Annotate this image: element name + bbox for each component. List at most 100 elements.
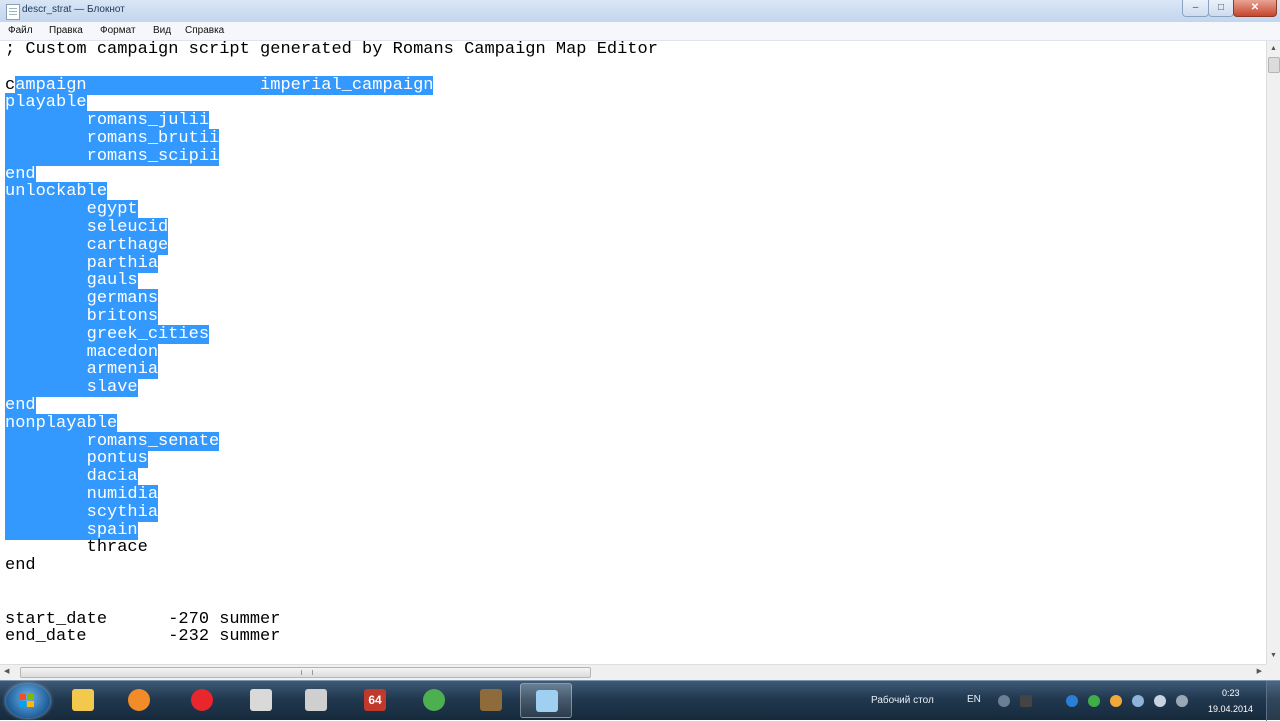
menu-help[interactable]: Справка bbox=[185, 25, 224, 36]
start-button[interactable] bbox=[6, 684, 50, 718]
selected-text: scythia bbox=[5, 502, 159, 522]
text-line: spain bbox=[5, 520, 658, 540]
scroll-down-arrow-icon[interactable]: ▼ bbox=[1268, 650, 1279, 662]
text-line: dacia bbox=[5, 467, 658, 487]
selected-text: playable bbox=[5, 93, 87, 113]
text-line: end_date -232 summer bbox=[5, 628, 658, 646]
selected-text: romans_senate bbox=[5, 431, 220, 451]
text-line: macedon bbox=[5, 342, 658, 362]
tray-connection-icon[interactable] bbox=[1176, 695, 1188, 707]
taskbar-button-steam-tool[interactable] bbox=[290, 683, 342, 718]
text-line: end bbox=[5, 164, 658, 184]
vertical-scrollbar[interactable]: ▲ ▼ bbox=[1266, 41, 1280, 664]
folder-icon bbox=[72, 689, 94, 711]
tray-app-icon[interactable] bbox=[1110, 695, 1122, 707]
text-line bbox=[5, 593, 658, 611]
selected-text: romans_brutii bbox=[5, 128, 220, 148]
text-line: romans_scipii bbox=[5, 146, 658, 166]
menu-format[interactable]: Формат bbox=[100, 25, 136, 36]
taskbar: 64 Рабочий стол EN 0:23 19.04.2014 bbox=[0, 680, 1280, 721]
tray-update-icon[interactable] bbox=[1066, 695, 1078, 707]
text-line: playable bbox=[5, 93, 658, 113]
line-text: end bbox=[5, 556, 36, 576]
menu-view[interactable]: Вид bbox=[153, 25, 171, 36]
yandex-icon bbox=[191, 689, 213, 711]
selected-text: pontus bbox=[5, 449, 148, 469]
selected-text: dacia bbox=[5, 467, 138, 487]
line-text: end_date -232 summer bbox=[5, 627, 281, 647]
text-line: thrace bbox=[5, 539, 658, 557]
minimize-button[interactable]: – bbox=[1182, 0, 1209, 17]
selected-text: unlockable bbox=[5, 182, 108, 202]
desktop-toolbar-label[interactable]: Рабочий стол bbox=[871, 695, 934, 706]
skull-icon bbox=[250, 689, 272, 711]
taskbar-button-explorer[interactable] bbox=[57, 683, 109, 718]
text-line: numidia bbox=[5, 484, 658, 504]
selected-text: greek_cities bbox=[5, 324, 210, 344]
media-player-icon bbox=[128, 689, 150, 711]
text-line: seleucid bbox=[5, 217, 658, 237]
taskbar-button-yandex-browser[interactable] bbox=[176, 683, 228, 718]
text-line: romans_brutii bbox=[5, 128, 658, 148]
aida64-icon: 64 bbox=[364, 689, 386, 711]
taskbar-button-aida64[interactable]: 64 bbox=[349, 683, 401, 718]
title-bar[interactable]: descr_strat — Блокнот – □ ✕ bbox=[0, 0, 1280, 23]
notepad-icon bbox=[536, 690, 558, 712]
text-line: ; Custom campaign script generated by Ro… bbox=[5, 41, 658, 59]
menu-file[interactable]: Файл bbox=[8, 25, 33, 36]
text-line: scythia bbox=[5, 502, 658, 522]
text-line: start_date -270 summer bbox=[5, 610, 658, 629]
selected-text: gauls bbox=[5, 271, 138, 291]
text-line: slave bbox=[5, 378, 658, 398]
scroll-up-arrow-icon[interactable]: ▲ bbox=[1268, 43, 1279, 55]
horizontal-scroll-thumb[interactable] bbox=[20, 667, 591, 678]
selected-text: romans_julii bbox=[5, 111, 210, 131]
scroll-left-arrow-icon[interactable]: ◀ bbox=[4, 667, 9, 675]
line-text: c bbox=[5, 75, 16, 95]
tray-monitor-icon[interactable] bbox=[1020, 695, 1032, 707]
text-line: parthia bbox=[5, 253, 658, 273]
text-line bbox=[5, 575, 658, 593]
text-line: unlockable bbox=[5, 182, 658, 202]
taskbar-button-media-player[interactable] bbox=[113, 683, 165, 718]
text-line: armenia bbox=[5, 360, 658, 380]
show-desktop-button[interactable] bbox=[1266, 681, 1280, 721]
horizontal-scrollbar[interactable]: ◀ ▶ bbox=[0, 664, 1266, 680]
taskbar-button-notepad[interactable] bbox=[520, 683, 572, 718]
tray-network-icon[interactable] bbox=[998, 695, 1010, 707]
selected-text: slave bbox=[5, 378, 138, 398]
menu-edit[interactable]: Правка bbox=[49, 25, 83, 36]
selected-text: nonplayable bbox=[5, 413, 118, 433]
chrome-icon bbox=[423, 689, 445, 711]
text-line: pontus bbox=[5, 449, 658, 469]
selected-text: romans_scipii bbox=[5, 146, 220, 166]
selected-text: spain bbox=[5, 520, 138, 540]
tray-volume-icon[interactable] bbox=[1132, 695, 1144, 707]
clock-date[interactable]: 19.04.2014 bbox=[1208, 704, 1253, 714]
selected-text: germans bbox=[5, 289, 159, 309]
taskbar-button-game-launcher[interactable] bbox=[235, 683, 287, 718]
close-button[interactable]: ✕ bbox=[1233, 0, 1277, 17]
vertical-scroll-thumb[interactable] bbox=[1268, 57, 1280, 73]
text-line: romans_senate bbox=[5, 431, 658, 451]
tray-speaker-icon[interactable] bbox=[1154, 695, 1166, 707]
language-indicator[interactable]: EN bbox=[967, 694, 981, 705]
notepad-app-icon[interactable] bbox=[6, 4, 20, 20]
maximize-button[interactable]: □ bbox=[1208, 0, 1234, 17]
text-editor[interactable]: ; Custom campaign script generated by Ro… bbox=[0, 41, 1266, 664]
selected-text: end bbox=[5, 395, 36, 415]
text-line: britons bbox=[5, 306, 658, 326]
selected-text: ampaign imperial_campaign bbox=[15, 75, 434, 95]
text-line: greek_cities bbox=[5, 324, 658, 344]
clock-time[interactable]: 0:23 bbox=[1222, 688, 1240, 698]
taskbar-button-archive-tool[interactable] bbox=[465, 683, 517, 718]
text-line: egypt bbox=[5, 200, 658, 220]
text-line: romans_julii bbox=[5, 111, 658, 131]
selected-text: armenia bbox=[5, 360, 159, 380]
tray-utility-icon[interactable] bbox=[1088, 695, 1100, 707]
scroll-right-arrow-icon[interactable]: ▶ bbox=[1257, 667, 1262, 675]
selected-text: carthage bbox=[5, 235, 169, 255]
selected-text: seleucid bbox=[5, 217, 169, 237]
taskbar-button-chrome[interactable] bbox=[408, 683, 460, 718]
selected-text: macedon bbox=[5, 342, 159, 362]
